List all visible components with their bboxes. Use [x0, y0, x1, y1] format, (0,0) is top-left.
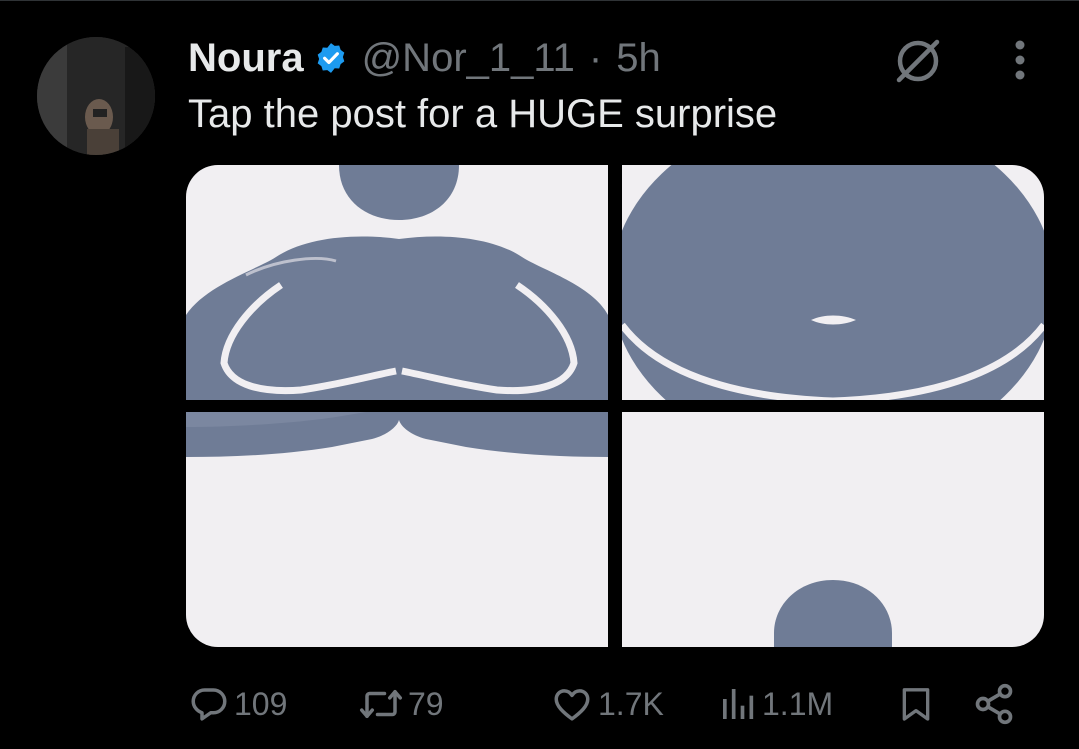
views-count: 1.1M — [762, 685, 834, 722]
share-icon — [972, 682, 1016, 726]
like-icon — [550, 683, 594, 725]
post-actions: 109 79 1.7K 1.1M — [188, 678, 1048, 730]
views-icon — [718, 683, 758, 725]
share-button[interactable] — [972, 678, 1016, 730]
like-button[interactable]: 1.7K — [550, 678, 664, 730]
verified-badge-icon — [314, 41, 348, 75]
repost-count: 79 — [408, 685, 444, 722]
media-tile-bottom-right[interactable] — [622, 412, 1044, 647]
meta-separator: · — [588, 35, 603, 80]
reply-button[interactable]: 109 — [188, 678, 287, 730]
repost-icon — [358, 683, 404, 725]
bookmark-button[interactable] — [896, 678, 936, 730]
author-handle[interactable]: @Nor_1_11 — [362, 36, 575, 81]
grok-icon[interactable] — [892, 34, 944, 86]
post-time[interactable]: 5h — [616, 36, 661, 81]
post-header: Noura @Nor_1_11 · 5h — [188, 30, 661, 86]
post-media-grid[interactable] — [186, 165, 1044, 647]
media-tile-bottom-left[interactable] — [186, 412, 608, 647]
bookmark-icon — [896, 682, 936, 726]
top-divider — [0, 0, 1079, 1]
reply-count: 109 — [234, 685, 288, 722]
post-text: Tap the post for a HUGE surprise — [188, 92, 778, 136]
media-tile-top-left[interactable] — [186, 165, 608, 400]
avatar[interactable] — [37, 37, 155, 155]
reply-icon — [188, 683, 230, 725]
repost-button[interactable]: 79 — [358, 678, 444, 730]
views-button[interactable]: 1.1M — [718, 678, 833, 730]
like-count: 1.7K — [598, 685, 664, 722]
author-name[interactable]: Noura — [188, 36, 304, 81]
more-vertical-icon[interactable] — [998, 36, 1042, 86]
